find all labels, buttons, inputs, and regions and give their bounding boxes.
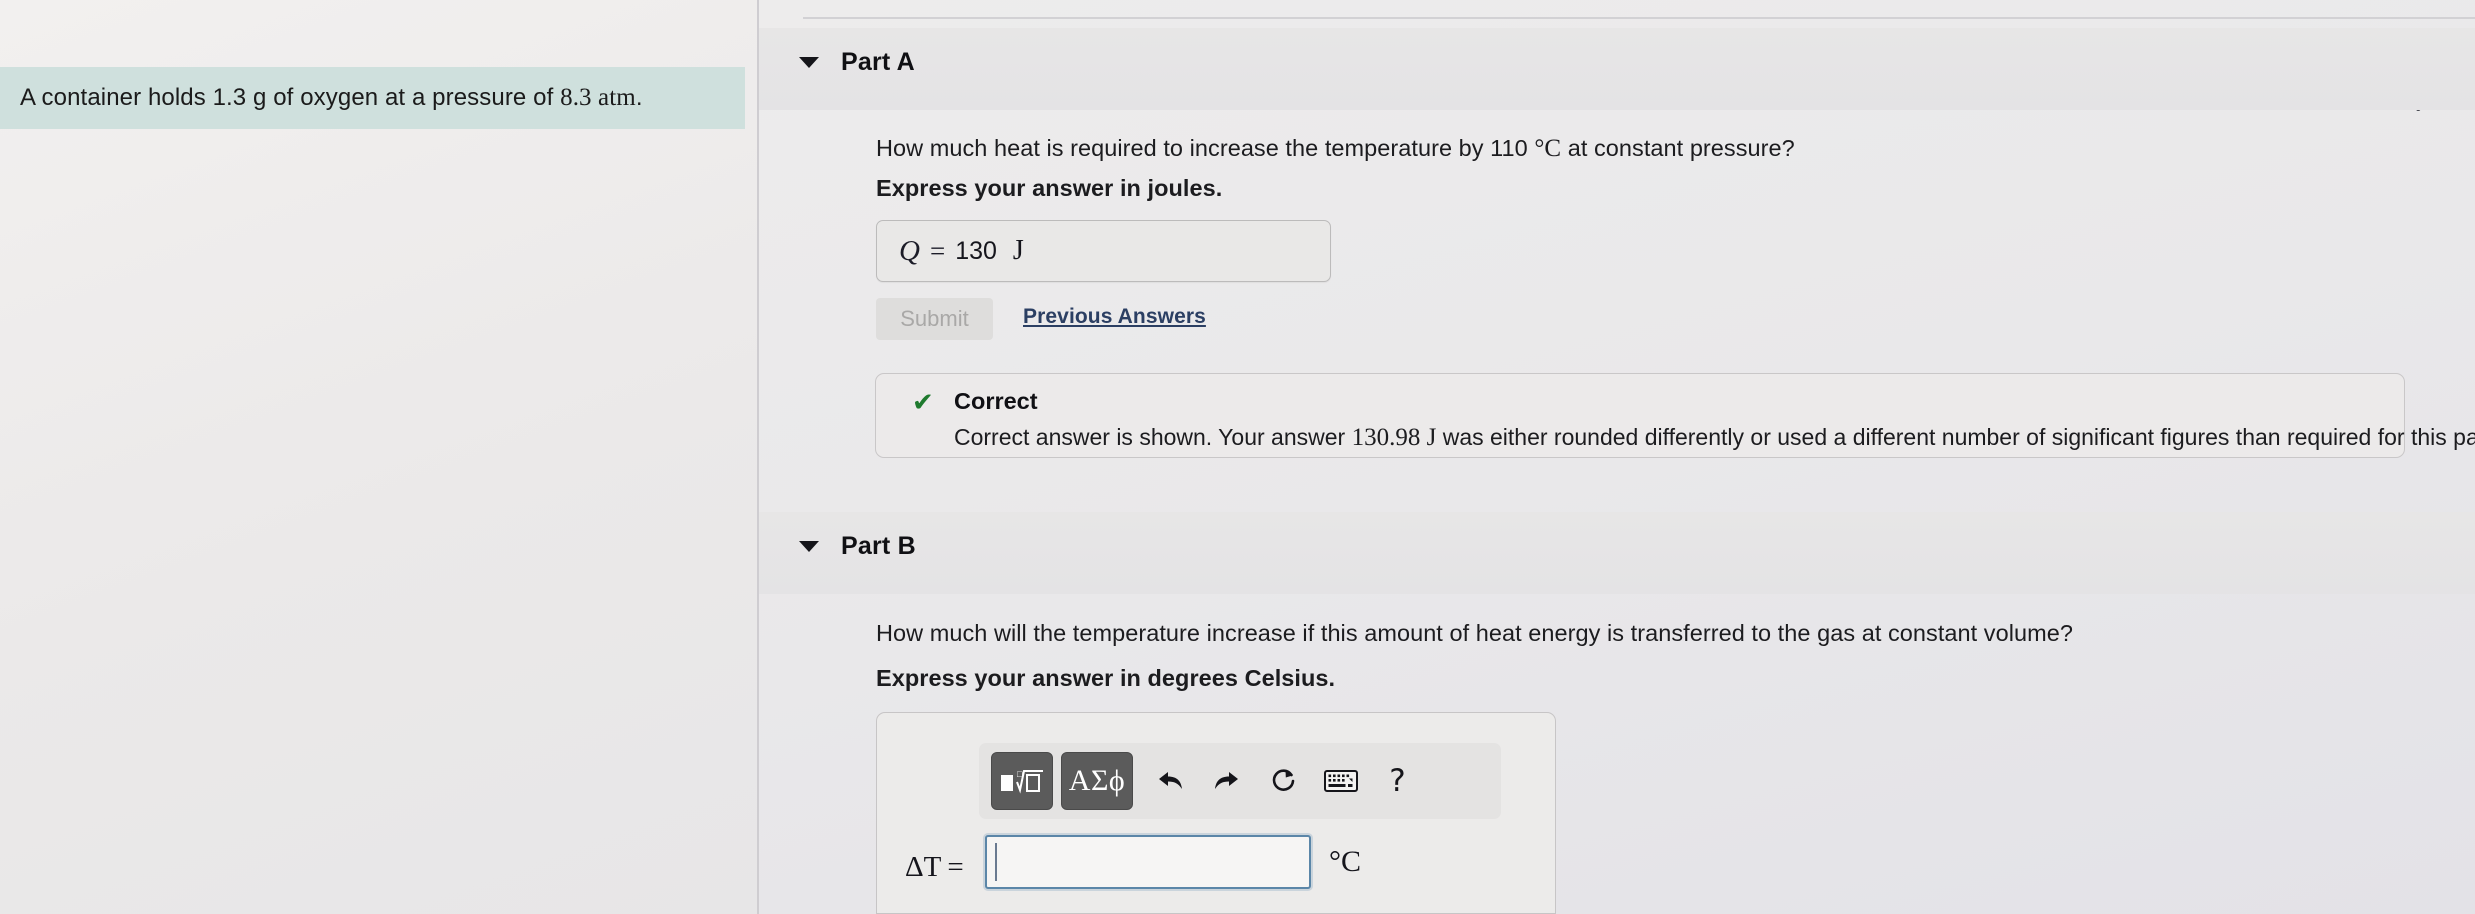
caret-down-icon[interactable]: [799, 57, 819, 68]
part-b-answer-unit: °C: [1329, 845, 1362, 878]
part-a-submit-button[interactable]: Submit: [876, 298, 993, 340]
part-b-instruction: Express your answer in degrees Celsius.: [876, 665, 1336, 691]
keyboard-icon[interactable]: [1312, 752, 1369, 810]
part-a-prompt-text-after: at constant pressure?: [1561, 135, 1795, 161]
greek-symbols-button[interactable]: ΑΣϕ: [1061, 752, 1133, 810]
correct-check-icon: ✔: [912, 388, 934, 418]
part-a-answer-value: 130: [955, 236, 997, 265]
template-sqrt-button[interactable]: □: [991, 752, 1053, 810]
answer-pane: ✔ Part A How much heat is required to in…: [759, 0, 2475, 914]
part-b-header-band[interactable]: [759, 512, 2475, 594]
caret-down-icon[interactable]: [799, 541, 819, 552]
part-a-degree-celsius-symbol: °C: [1534, 135, 1562, 162]
page-root: A container holds 1.3 g of oxygen at a p…: [0, 0, 2475, 914]
part-a-header[interactable]: Part A: [799, 48, 915, 77]
question-statement-highlight: A container holds 1.3 g of oxygen at a p…: [0, 67, 745, 129]
part-a-answer-variable: Q: [899, 234, 920, 267]
question-text-segment-2: .: [635, 84, 643, 111]
question-pressure-value: 8.3 atm: [560, 84, 636, 111]
part-a-title: Part A: [841, 48, 915, 76]
part-a-previous-answers-link[interactable]: Previous Answers: [1023, 305, 1206, 329]
part-b-header[interactable]: Part B: [799, 532, 916, 561]
correct-description-value: 130.98 J: [1351, 424, 1437, 451]
math-editor-toolbar: □ ΑΣϕ ?: [979, 743, 1501, 819]
part-b-answer-variable-label: ΔT =: [905, 851, 964, 884]
part-a-prompt: How much heat is required to increase th…: [876, 135, 1795, 163]
part-a-correct-feedback: ✔ Correct Correct answer is shown. Your …: [875, 373, 2475, 458]
redo-button[interactable]: [1198, 752, 1255, 810]
top-divider-rule: [803, 17, 2475, 19]
question-text-segment-1: A container holds 1.3 g of oxygen at a p…: [20, 84, 561, 111]
part-b-answer-equals: =: [947, 851, 964, 883]
reset-button[interactable]: [1255, 752, 1312, 810]
part-a-answer-unit: J: [1012, 235, 1024, 266]
part-a-instruction: Express your answer in joules.: [876, 175, 1223, 201]
part-a-answer-field[interactable]: Q = 130 J: [876, 220, 1331, 282]
part-a-header-band[interactable]: [759, 28, 2475, 110]
part-b-answer-widget: □ ΑΣϕ ? ΔT = °C: [876, 712, 1556, 914]
correct-title: Correct: [954, 388, 1038, 414]
text-cursor: [995, 843, 997, 881]
undo-button[interactable]: [1141, 752, 1198, 810]
correct-description-before: Correct answer is shown. Your answer: [954, 424, 1352, 450]
part-a-answer-equals: =: [929, 235, 946, 266]
correct-description-after: was either rounded differently or used a…: [1436, 424, 2475, 450]
help-question-mark-icon: ?: [1389, 762, 1406, 799]
part-b-answer-variable: ΔT: [905, 851, 942, 883]
correct-description: Correct answer is shown. Your answer 130…: [954, 424, 2475, 452]
greek-symbols-label: ΑΣϕ: [1068, 764, 1126, 797]
part-b-answer-input[interactable]: [985, 835, 1311, 889]
question-pane: A container holds 1.3 g of oxygen at a p…: [0, 0, 757, 914]
part-b-prompt: How much will the temperature increase i…: [876, 620, 2073, 646]
question-statement-text: A container holds 1.3 g of oxygen at a p…: [0, 84, 643, 112]
part-a-prompt-text-before: How much heat is required to increase th…: [876, 135, 1535, 161]
help-button[interactable]: ?: [1369, 752, 1426, 810]
part-b-title: Part B: [841, 532, 916, 560]
